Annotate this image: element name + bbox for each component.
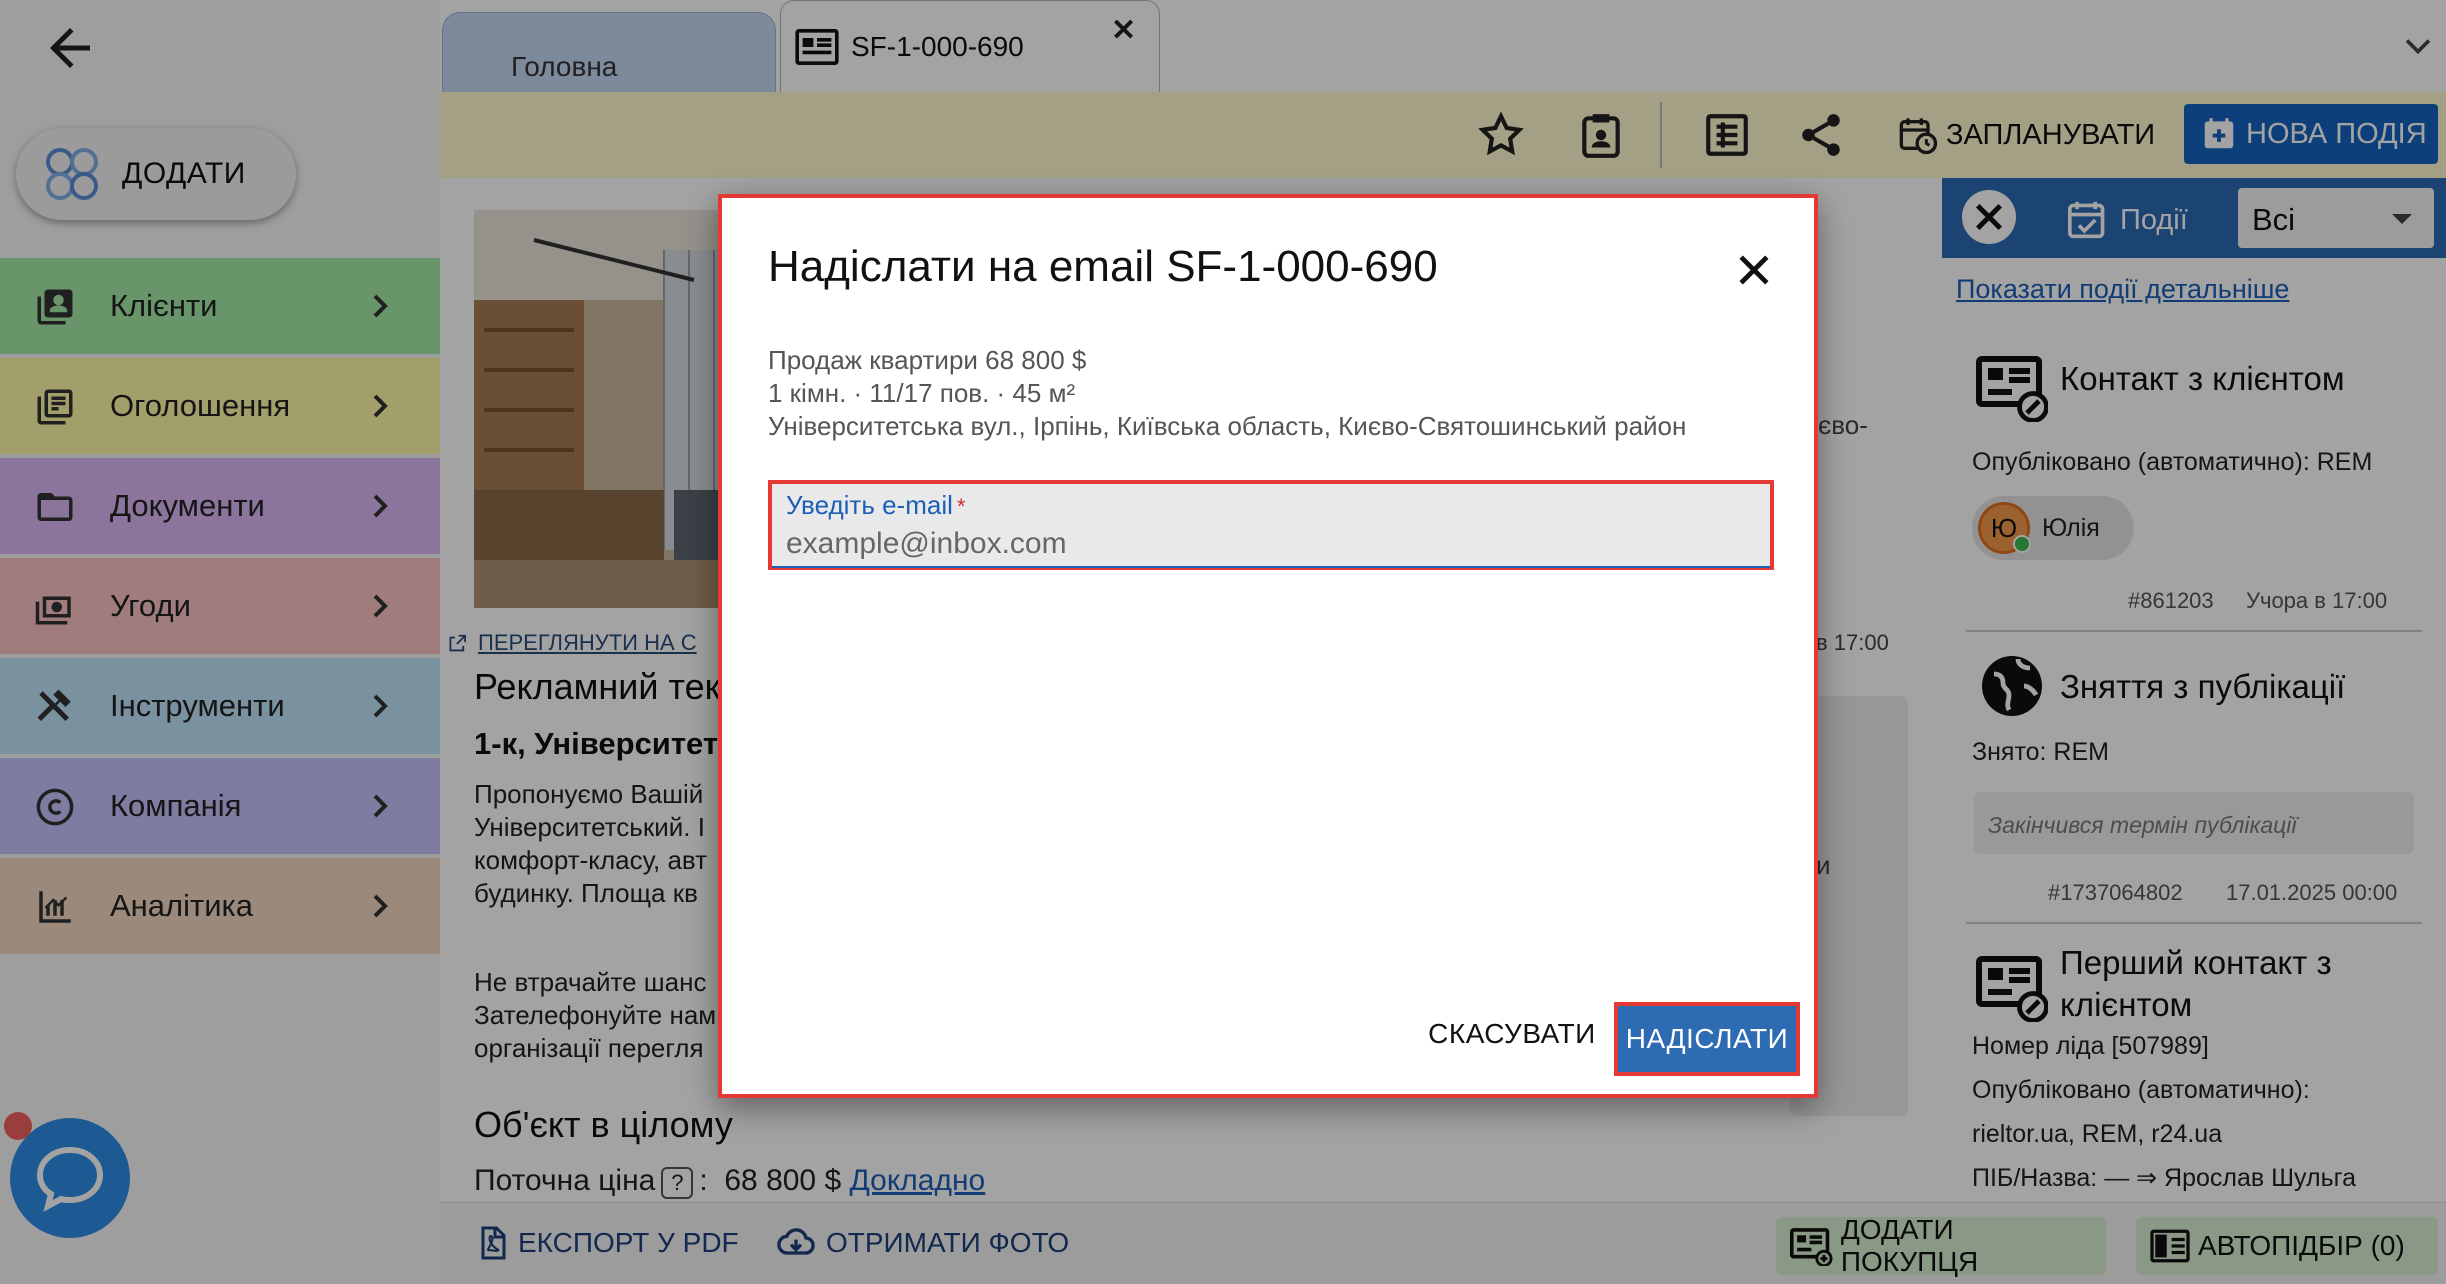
listing-summary-params: 1 кімн. · 11/17 пов. · 45 м² <box>768 378 1076 408</box>
email-field-underline <box>772 566 1770 568</box>
dialog-title: Надіслати на email SF-1-000-690 <box>768 242 1438 291</box>
send-email-dialog: Надіслати на email SF-1-000-690 Продаж к… <box>718 194 1818 1098</box>
listing-summary: Продаж квартири 68 800 $ 1 кімн. · 11/17… <box>768 344 1686 443</box>
email-field-wrapper: Уведіть e-mail * <box>768 480 1774 570</box>
listing-summary-address: Університетська вул., Ірпінь, Київська о… <box>768 411 1687 441</box>
email-label-text: Уведіть e-mail <box>786 490 953 520</box>
email-input[interactable] <box>786 524 1746 564</box>
send-button[interactable]: НАДІСЛАТИ <box>1614 1002 1800 1076</box>
email-field-label: Уведіть e-mail * <box>786 490 965 521</box>
required-marker: * <box>956 494 966 519</box>
close-icon[interactable] <box>1732 248 1776 292</box>
cancel-button[interactable]: СКАСУВАТИ <box>1412 1004 1612 1064</box>
listing-summary-price: Продаж квартири 68 800 $ <box>768 345 1087 375</box>
